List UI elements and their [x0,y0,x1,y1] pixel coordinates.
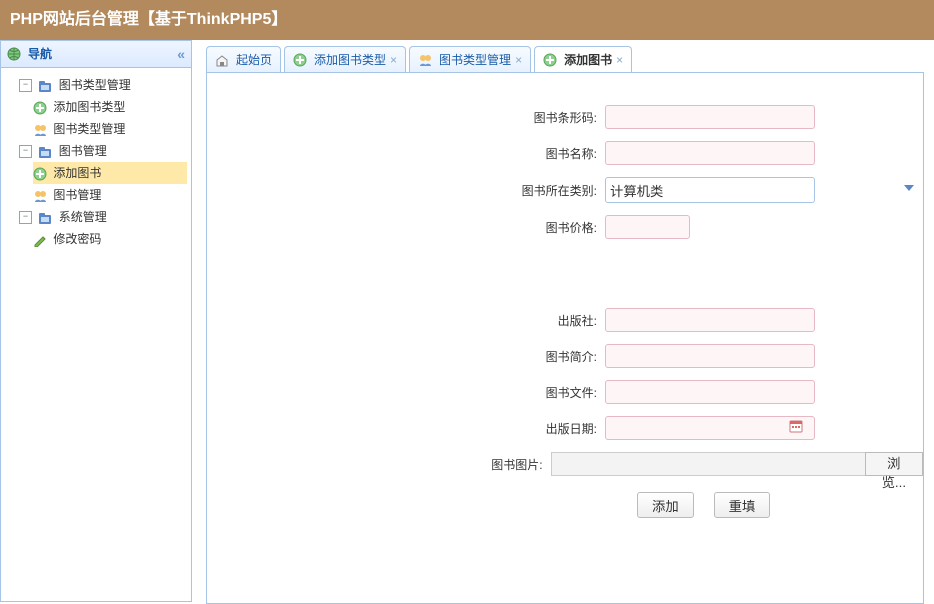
tab-label: 添加图书 [564,51,612,68]
nav-label: 图书管理 [59,144,107,158]
nav-label: 图书管理 [53,188,101,202]
nav-node-book-type[interactable]: − 图书类型管理 添加图书类型 图书类型管理 [19,74,187,140]
globe-icon [7,47,21,61]
tab-start[interactable]: 起始页 [206,46,281,72]
pubdate-input[interactable] [605,416,815,440]
nav-tree: − 图书类型管理 添加图书类型 图书类型管理 [1,68,191,256]
tab-label: 起始页 [236,51,272,68]
add-icon [293,53,307,67]
label-intro: 图书简介: [207,348,605,365]
tab-label: 添加图书类型 [314,51,386,68]
main-area: 起始页 添加图书类型 × 图书类型管理 × 添加图书 × 图书条形码: [200,40,934,602]
sidebar-title: 导航 [28,41,52,67]
nav-node-manage-book-type[interactable]: 图书类型管理 [33,118,187,140]
nav-node-manage-book[interactable]: 图书管理 [33,184,187,206]
reset-button[interactable]: 重填 [714,492,771,518]
folder-icon [38,211,52,225]
label-publisher: 出版社: [207,312,605,329]
users-icon [33,123,47,137]
file-input[interactable] [605,380,815,404]
users-icon [418,53,432,67]
nav-node-change-password[interactable]: 修改密码 [33,228,187,250]
add-icon [543,53,557,67]
nav-node-add-book-type[interactable]: 添加图书类型 [33,96,187,118]
add-icon [33,101,47,115]
chevron-down-icon [902,181,916,195]
tab-manage-book-type[interactable]: 图书类型管理 × [409,46,531,72]
close-icon[interactable]: × [515,53,522,67]
publisher-input[interactable] [605,308,815,332]
form-panel: 图书条形码: 图书名称: 图书所在类别: 图书价格: 出版社: [206,73,924,604]
sidebar: 导航 « − 图书类型管理 添加图书类型 图 [0,40,192,602]
nav-label: 系统管理 [59,210,107,224]
barcode-input[interactable] [605,105,815,129]
browse-button[interactable]: 浏览... [865,452,923,476]
home-icon [215,53,229,67]
collapse-icon[interactable]: « [177,41,185,67]
label-barcode: 图书条形码: [207,109,605,126]
nav-label: 修改密码 [53,232,101,246]
category-select[interactable] [605,177,815,203]
page-title: PHP网站后台管理【基于ThinkPHP5】 [10,11,287,28]
toggle-icon[interactable]: − [19,145,32,158]
submit-button[interactable]: 添加 [637,492,694,518]
price-input[interactable] [605,215,690,239]
sidebar-header: 导航 « [1,41,191,68]
toggle-icon[interactable]: − [19,211,32,224]
label-name: 图书名称: [207,145,605,162]
folder-icon [38,79,52,93]
label-category: 图书所在类别: [207,182,605,199]
label-image: 图书图片: [207,456,551,473]
nav-node-system[interactable]: − 系统管理 修改密码 [19,206,187,250]
tab-add-book-type[interactable]: 添加图书类型 × [284,46,406,72]
close-icon[interactable]: × [390,53,397,67]
nav-label: 添加图书 [53,166,101,180]
edit-icon [33,233,47,247]
nav-label: 图书类型管理 [59,78,131,92]
tab-bar: 起始页 添加图书类型 × 图书类型管理 × 添加图书 × [206,46,924,73]
nav-node-add-book[interactable]: 添加图书 [33,162,187,184]
tab-label: 图书类型管理 [439,51,511,68]
folder-icon [38,145,52,159]
nav-label: 图书类型管理 [53,122,125,136]
nav-node-book[interactable]: − 图书管理 添加图书 图书管理 [19,140,187,206]
label-pubdate: 出版日期: [207,420,605,437]
toggle-icon[interactable]: − [19,79,32,92]
name-input[interactable] [605,141,815,165]
intro-input[interactable] [605,344,815,368]
close-icon[interactable]: × [616,53,623,67]
nav-label: 添加图书类型 [53,100,125,114]
label-file: 图书文件: [207,384,605,401]
page-header: PHP网站后台管理【基于ThinkPHP5】 [0,0,934,40]
users-icon [33,189,47,203]
image-file-display[interactable] [551,452,866,476]
tab-add-book[interactable]: 添加图书 × [534,46,632,72]
label-price: 图书价格: [207,219,605,236]
add-icon [33,167,47,181]
